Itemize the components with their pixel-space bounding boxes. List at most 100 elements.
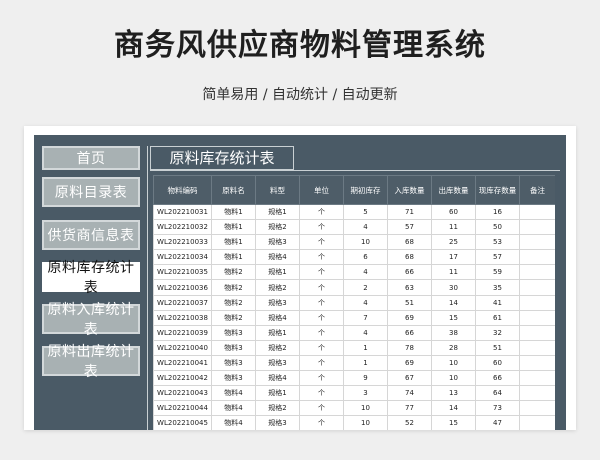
- table-row[interactable]: WL202210036 物料2 规格2 个 2 63 30 35: [153, 279, 555, 296]
- table-cell: 14: [431, 294, 476, 311]
- table-cell: 个: [299, 339, 344, 356]
- table-cell: 59: [475, 264, 520, 281]
- table-row[interactable]: WL202210031 物料1 规格1 个 5 71 60 16: [153, 203, 555, 221]
- table-cell: 25: [431, 234, 476, 251]
- table-cell: WL202210037: [153, 294, 212, 311]
- table-cell: 74: [387, 385, 432, 402]
- table-cell: 个: [299, 249, 344, 266]
- table-row[interactable]: WL202210035 物料2 规格1 个 4 66 11 59: [153, 264, 555, 281]
- table-cell: 47: [475, 415, 520, 430]
- table-cell: [519, 370, 555, 387]
- table-row[interactable]: WL202210038 物料2 规格4 个 7 69 15 61: [153, 309, 555, 326]
- nav-inventory-stats-button[interactable]: 原料库存统计表: [42, 260, 140, 296]
- table-cell: WL202210042: [153, 370, 212, 387]
- table-cell: 规格2: [255, 339, 300, 356]
- table-cell: 69: [387, 309, 432, 326]
- table-cell: 个: [299, 279, 344, 296]
- table-cell: 51: [475, 339, 520, 356]
- table-cell: 个: [299, 219, 344, 236]
- table-cell: 10: [431, 370, 476, 387]
- table-cell: 个: [299, 324, 344, 341]
- table-cell: 规格3: [255, 354, 300, 372]
- table-cell: WL202210032: [153, 219, 212, 236]
- table-cell: 规格1: [255, 264, 300, 281]
- table-cell: [519, 385, 555, 402]
- table-row[interactable]: WL202210034 物料1 规格4 个 6 68 17 57: [153, 249, 555, 266]
- table-cell: 64: [475, 385, 520, 402]
- table-cell: 规格2: [255, 400, 300, 417]
- table-cell: 规格3: [255, 294, 300, 311]
- table-cell: 66: [387, 324, 432, 341]
- table-cell: 35: [475, 279, 520, 296]
- table-cell: 69: [387, 354, 432, 372]
- page-subtitle: 简单易用 / 自动统计 / 自动更新: [202, 87, 398, 103]
- table-cell: 14: [431, 400, 476, 417]
- table-row[interactable]: WL202210043 物料4 规格1 个 3 74 13 64: [153, 385, 555, 402]
- table-cell: 77: [387, 400, 432, 417]
- table-row[interactable]: WL202210042 物料3 规格4 个 9 67 10 66: [153, 370, 555, 387]
- table-row[interactable]: WL202210033 物料1 规格3 个 10 68 25 53: [153, 234, 555, 251]
- table-cell: 规格3: [255, 415, 300, 430]
- table-row[interactable]: WL202210044 物料4 规格2 个 10 77 14 73: [153, 400, 555, 417]
- table-cell: 个: [299, 400, 344, 417]
- nav-material-catalog-button[interactable]: 原料目录表: [42, 177, 140, 207]
- table-cell: 物料2: [211, 264, 256, 281]
- column-header: 备注: [519, 175, 555, 205]
- table-cell: 物料3: [211, 324, 256, 341]
- table-cell: 52: [387, 415, 432, 430]
- table-cell: 规格3: [255, 234, 300, 251]
- panel-divider: [147, 146, 148, 430]
- table-cell: 78: [387, 339, 432, 356]
- column-header: 原料名: [211, 175, 256, 205]
- table-row[interactable]: WL202210040 物料3 规格2 个 1 78 28 51: [153, 339, 555, 356]
- table-cell: 规格1: [255, 385, 300, 402]
- inventory-table: 物料编码 原料名 料型 单位 期初库存 入库数量 出库数量 现库存数量 备注 WL2022100…: [153, 175, 555, 430]
- table-cell: 71: [387, 203, 432, 221]
- table-cell: 38: [431, 324, 476, 341]
- table-cell: WL202210033: [153, 234, 212, 251]
- table-cell: 物料1: [211, 203, 256, 221]
- table-cell: 个: [299, 415, 344, 430]
- table-cell: WL202210043: [153, 385, 212, 402]
- inventory-table-container[interactable]: 物料编码 原料名 料型 单位 期初库存 入库数量 出库数量 现库存数量 备注 WL2022100…: [153, 175, 555, 430]
- table-cell: WL202210044: [153, 400, 212, 417]
- table-cell: [519, 264, 555, 281]
- table-cell: [519, 203, 555, 221]
- nav-outbound-stats-button[interactable]: 原料出库统计表: [42, 344, 140, 380]
- table-cell: 规格1: [255, 203, 300, 221]
- table-cell: 个: [299, 354, 344, 372]
- table-cell: 6: [343, 249, 388, 266]
- table-cell: [519, 279, 555, 296]
- table-cell: 28: [431, 339, 476, 356]
- table-cell: 57: [387, 219, 432, 236]
- table-row[interactable]: WL202210041 物料3 规格3 个 1 69 10 60: [153, 354, 555, 372]
- table-cell: [519, 309, 555, 326]
- table-row[interactable]: WL202210045 物料4 规格3 个 10 52 15 47: [153, 415, 555, 430]
- table-row[interactable]: WL202210039 物料3 规格1 个 4 66 38 32: [153, 324, 555, 341]
- table-cell: 60: [431, 203, 476, 221]
- table-cell: WL202210038: [153, 309, 212, 326]
- table-cell: 个: [299, 264, 344, 281]
- table-cell: 物料1: [211, 249, 256, 266]
- table-cell: [519, 354, 555, 372]
- nav-inbound-stats-button[interactable]: 原料入库统计表: [42, 302, 140, 338]
- table-body: WL202210031 物料1 规格1 个 5 71 60 16 WL202210032 物料1 规…: [153, 203, 555, 430]
- table-cell: WL202210040: [153, 339, 212, 356]
- table-cell: 15: [431, 309, 476, 326]
- table-cell: 个: [299, 234, 344, 251]
- table-cell: 53: [475, 234, 520, 251]
- table-cell: 41: [475, 294, 520, 311]
- table-cell: 16: [475, 203, 520, 221]
- table-cell: 10: [343, 400, 388, 417]
- nav-supplier-info-button[interactable]: 供货商信息表: [42, 220, 140, 250]
- table-cell: 物料1: [211, 219, 256, 236]
- nav-home-button[interactable]: 首页: [42, 146, 140, 170]
- table-row[interactable]: WL202210037 物料2 规格3 个 4 51 14 41: [153, 294, 555, 311]
- section-title: 原料库存统计表: [150, 146, 294, 170]
- table-cell: 5: [343, 203, 388, 221]
- table-row[interactable]: WL202210032 物料1 规格2 个 4 57 11 50: [153, 219, 555, 236]
- table-cell: 1: [343, 339, 388, 356]
- table-cell: 17: [431, 249, 476, 266]
- table-cell: 2: [343, 279, 388, 296]
- table-cell: 规格2: [255, 219, 300, 236]
